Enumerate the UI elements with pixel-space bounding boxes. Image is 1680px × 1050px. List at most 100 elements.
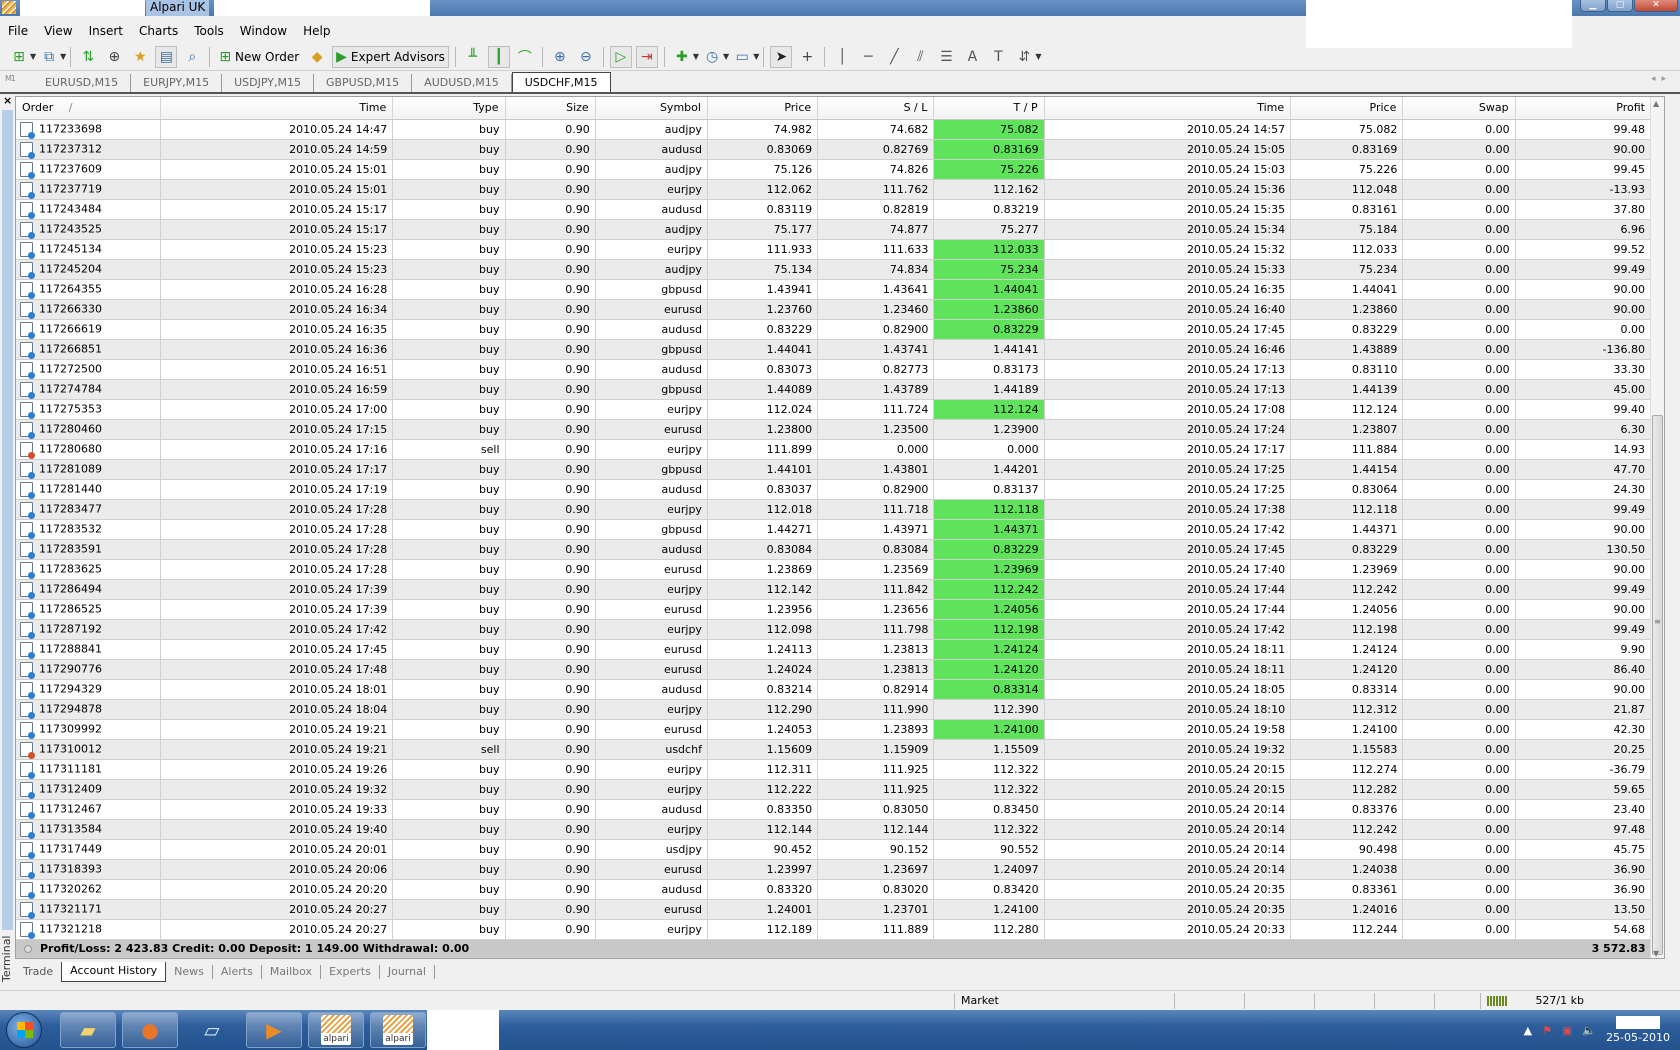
table-row[interactable]: 117281440 2010.05.24 17:19 buy 0.90 audusd 0.… xyxy=(16,479,1664,500)
table-row[interactable]: 117321171 2010.05.24 20:27 buy 0.90 eurusd 1.… xyxy=(16,899,1664,920)
column-header-size[interactable]: Size xyxy=(505,97,596,120)
tab-trade[interactable]: Trade xyxy=(15,965,61,979)
table-row[interactable]: 117245134 2010.05.24 15:23 buy 0.90 eurjpy 11… xyxy=(16,239,1664,260)
volume-icon[interactable]: 🔈 xyxy=(1582,1024,1596,1037)
auto-scroll-icon[interactable]: ▷ xyxy=(609,45,632,68)
table-row[interactable]: 117264355 2010.05.24 16:28 buy 0.90 gbpusd 1.… xyxy=(16,279,1664,300)
scroll-up-icon[interactable]: ▲ xyxy=(1653,99,1659,108)
tab-journal[interactable]: Journal xyxy=(380,965,435,979)
taskbar-alpari-1[interactable]: alpari xyxy=(308,1012,364,1048)
trendline-icon[interactable]: ╱ xyxy=(883,46,905,68)
menu-charts[interactable]: Charts xyxy=(131,24,186,38)
chart-shift-icon[interactable]: ⇥ xyxy=(635,45,658,68)
table-row[interactable]: 117274784 2010.05.24 16:59 buy 0.90 gbpusd 1.… xyxy=(16,379,1664,400)
column-header-profit[interactable]: Profit xyxy=(1515,97,1664,120)
tab-account-history[interactable]: Account History xyxy=(61,962,167,982)
table-row[interactable]: 117288841 2010.05.24 17:45 buy 0.90 eurusd 1.… xyxy=(16,639,1664,660)
column-header-open-time[interactable]: Time xyxy=(160,97,394,120)
tab-alerts[interactable]: Alerts xyxy=(213,965,262,979)
column-header-close-time[interactable]: Time xyxy=(1044,97,1292,120)
table-row[interactable]: 117286525 2010.05.24 17:39 buy 0.90 eurusd 1.… xyxy=(16,599,1664,620)
bar-chart-icon[interactable]: ╨ xyxy=(462,46,484,68)
table-row[interactable]: 117290776 2010.05.24 17:48 buy 0.90 eurusd 1.… xyxy=(16,659,1664,680)
new-order-button[interactable]: ⊞ New Order xyxy=(216,46,302,68)
action-center-icon[interactable]: ⚑ xyxy=(1542,1024,1552,1037)
table-row[interactable]: 117286494 2010.05.24 17:39 buy 0.90 eurjpy 11… xyxy=(16,579,1664,600)
table-row[interactable]: 117311181 2010.05.24 19:26 buy 0.90 eurjpy 11… xyxy=(16,759,1664,780)
strategy-tester-icon[interactable]: ⌕ xyxy=(181,46,203,68)
horizontal-line-icon[interactable]: ─ xyxy=(857,46,879,68)
taskbar-explorer[interactable]: ▰ xyxy=(60,1012,116,1048)
tab-eurjpy[interactable]: EURJPY,M15 xyxy=(131,74,223,92)
line-chart-icon[interactable]: ⌒ xyxy=(514,46,536,68)
chevron-down-icon[interactable]: ▼ xyxy=(30,52,36,61)
fibonacci-icon[interactable]: ☰ xyxy=(935,46,957,68)
vertical-scrollbar[interactable]: ▲ ≡ ▼ xyxy=(1650,97,1664,958)
chevron-down-icon[interactable]: ▼ xyxy=(60,52,66,61)
table-row[interactable]: 117287192 2010.05.24 17:42 buy 0.90 eurjpy 11… xyxy=(16,619,1664,640)
table-row[interactable]: 117283477 2010.05.24 17:28 buy 0.90 eurjpy 11… xyxy=(16,499,1664,520)
table-row[interactable]: 117283591 2010.05.24 17:28 buy 0.90 audusd 0.… xyxy=(16,539,1664,560)
table-row[interactable]: 117233698 2010.05.24 14:47 buy 0.90 audjpy 74… xyxy=(16,119,1664,140)
taskbar-firefox[interactable]: ● xyxy=(122,1012,178,1048)
column-header-open-price[interactable]: Price xyxy=(707,97,819,120)
column-header-sl[interactable]: S / L xyxy=(817,97,935,120)
table-row[interactable]: 117320262 2010.05.24 20:20 buy 0.90 audusd 0.… xyxy=(16,879,1664,900)
equidistant-channel-icon[interactable]: ⫽ xyxy=(909,46,931,68)
column-header-order[interactable]: Order / xyxy=(16,97,161,120)
menu-help[interactable]: Help xyxy=(295,24,338,38)
menu-file[interactable]: File xyxy=(0,24,36,38)
candlestick-icon[interactable]: ┃ xyxy=(487,45,510,68)
column-header-type[interactable]: Type xyxy=(392,97,506,120)
table-row[interactable]: 117237609 2010.05.24 15:01 buy 0.90 audjpy 75… xyxy=(16,159,1664,180)
taskbar-alpari-2[interactable]: alpari xyxy=(370,1012,426,1048)
chevron-down-icon[interactable]: ▼ xyxy=(693,52,699,61)
show-hidden-icons[interactable]: ▲ xyxy=(1524,1024,1532,1037)
indicators-icon[interactable]: ✚ xyxy=(671,46,693,68)
tab-experts[interactable]: Experts xyxy=(321,965,380,979)
menu-tools[interactable]: Tools xyxy=(186,24,232,38)
data-window-icon[interactable]: ★ xyxy=(129,46,151,68)
zoom-in-icon[interactable]: ⊕ xyxy=(549,46,571,68)
chevron-down-icon[interactable]: ▼ xyxy=(1035,52,1041,61)
table-row[interactable]: 117266330 2010.05.24 16:34 buy 0.90 eurusd 1.… xyxy=(16,299,1664,320)
network-icon[interactable]: ▣ xyxy=(1562,1024,1572,1037)
tab-usdchf[interactable]: USDCHF,M15 xyxy=(511,72,611,92)
table-row[interactable]: 117280460 2010.05.24 17:15 buy 0.90 eurusd 1.… xyxy=(16,419,1664,440)
tab-mailbox[interactable]: Mailbox xyxy=(262,965,322,979)
table-row[interactable]: 117280680 2010.05.24 17:16 sell 0.90 eurjpy 1… xyxy=(16,439,1664,460)
tab-gbpusd[interactable]: GBPUSD,M15 xyxy=(314,74,413,92)
navigator-icon[interactable]: ⊕ xyxy=(103,46,125,68)
table-row[interactable]: 117312467 2010.05.24 19:33 buy 0.90 audusd 0.… xyxy=(16,799,1664,820)
clock[interactable]: 25-05-2010 xyxy=(1606,1016,1670,1044)
maximize-button[interactable]: ▢ xyxy=(1607,0,1633,12)
templates-icon[interactable]: ▭ xyxy=(731,46,753,68)
chevron-down-icon[interactable]: ▼ xyxy=(723,52,729,61)
table-row[interactable]: 117237719 2010.05.24 15:01 buy 0.90 eurjpy 11… xyxy=(16,179,1664,200)
terminal-icon[interactable]: ▤ xyxy=(155,45,178,68)
column-header-swap[interactable]: Swap xyxy=(1402,97,1516,120)
menu-insert[interactable]: Insert xyxy=(81,24,131,38)
table-row[interactable]: 117317449 2010.05.24 20:01 buy 0.90 usdjpy 90… xyxy=(16,839,1664,860)
chevron-down-icon[interactable]: ▼ xyxy=(753,52,759,61)
vertical-line-icon[interactable]: │ xyxy=(831,46,853,68)
table-row[interactable]: 117312409 2010.05.24 19:32 buy 0.90 eurjpy 11… xyxy=(16,779,1664,800)
table-row[interactable]: 117245204 2010.05.24 15:23 buy 0.90 audjpy 75… xyxy=(16,259,1664,280)
table-row[interactable]: 117243484 2010.05.24 15:17 buy 0.90 audusd 0.… xyxy=(16,199,1664,220)
table-row[interactable]: 117266851 2010.05.24 16:36 buy 0.90 gbpusd 1.… xyxy=(16,339,1664,360)
periods-icon[interactable]: ◷ xyxy=(701,46,723,68)
crosshair-icon[interactable]: + xyxy=(796,46,818,68)
table-row[interactable]: 117283532 2010.05.24 17:28 buy 0.90 gbpusd 1.… xyxy=(16,519,1664,540)
table-row[interactable]: 117310012 2010.05.24 19:21 sell 0.90 usdchf 1… xyxy=(16,739,1664,760)
column-header-tp[interactable]: T / P xyxy=(933,97,1045,120)
cursor-icon[interactable]: ➤ xyxy=(770,45,793,68)
table-row[interactable]: 117283625 2010.05.24 17:28 buy 0.90 eurusd 1.… xyxy=(16,559,1664,580)
tab-news[interactable]: News xyxy=(166,965,213,979)
text-icon[interactable]: A xyxy=(961,46,983,68)
table-row[interactable]: 117243525 2010.05.24 15:17 buy 0.90 audjpy 75… xyxy=(16,219,1664,240)
column-header-symbol[interactable]: Symbol xyxy=(595,97,708,120)
tab-eurusd[interactable]: EURUSD,M15 xyxy=(33,74,132,92)
close-icon[interactable]: × xyxy=(3,94,12,107)
text-label-icon[interactable]: T xyxy=(987,46,1009,68)
zoom-out-icon[interactable]: ⊖ xyxy=(575,46,597,68)
